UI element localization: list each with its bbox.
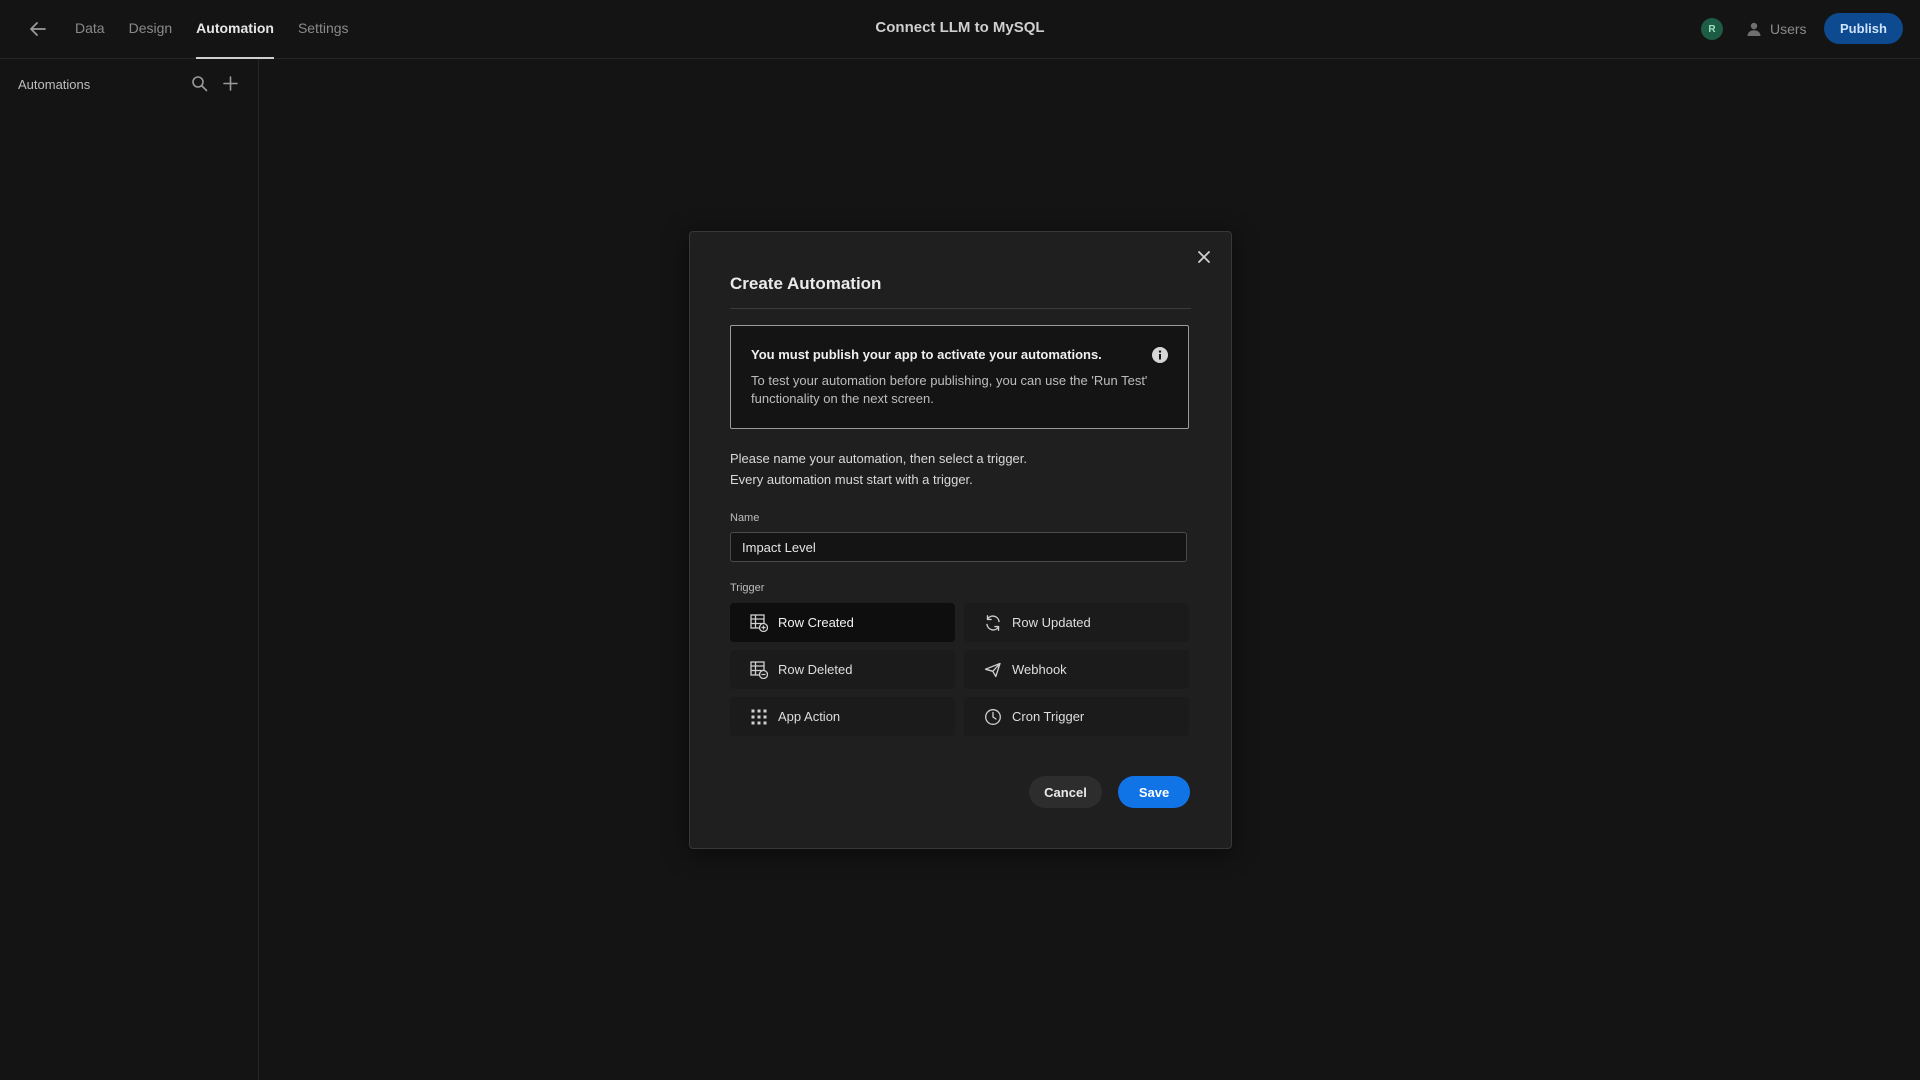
- notice-body: To test your automation before publishin…: [751, 373, 1148, 406]
- trigger-row-deleted[interactable]: Row Deleted: [730, 650, 955, 689]
- add-icon[interactable]: [222, 75, 239, 97]
- search-icon[interactable]: [191, 75, 208, 97]
- clock-icon: [985, 708, 1001, 725]
- back-arrow-icon[interactable]: [26, 17, 50, 41]
- trigger-label-row-updated: Row Updated: [1012, 615, 1091, 630]
- create-automation-modal: Create Automation You must publish your …: [689, 231, 1232, 849]
- tab-settings[interactable]: Settings: [298, 0, 349, 58]
- intro-text: Please name your automation, then select…: [730, 448, 1027, 490]
- save-button[interactable]: Save: [1118, 776, 1190, 808]
- user-icon: [1747, 22, 1761, 36]
- modal-title: Create Automation: [730, 274, 882, 293]
- modal-divider: [730, 308, 1191, 309]
- tab-design[interactable]: Design: [129, 0, 173, 58]
- publish-button[interactable]: Publish: [1824, 13, 1903, 44]
- intro-line-2: Every automation must start with a trigg…: [730, 472, 973, 487]
- sidebar: Automations: [0, 59, 259, 1080]
- notice-heading: You must publish your app to activate yo…: [751, 347, 1102, 362]
- top-bar: Data Design Automation Settings Connect …: [0, 0, 1920, 59]
- publish-notice: You must publish your app to activate yo…: [730, 325, 1189, 429]
- grid-dots-icon: [751, 709, 767, 724]
- trigger-label-webhook: Webhook: [1012, 662, 1067, 677]
- send-icon: [984, 662, 1001, 677]
- row-deleted-icon: [750, 660, 768, 679]
- users-label: Users: [1770, 21, 1807, 37]
- row-created-icon: [750, 613, 768, 632]
- avatar[interactable]: R: [1701, 18, 1723, 40]
- name-label: Name: [730, 512, 760, 524]
- cancel-button[interactable]: Cancel: [1029, 776, 1102, 808]
- trigger-label: Trigger: [730, 582, 765, 594]
- trigger-label-app-action: App Action: [778, 709, 841, 724]
- trigger-label-cron: Cron Trigger: [1012, 709, 1085, 724]
- tab-data[interactable]: Data: [75, 0, 105, 58]
- trigger-webhook[interactable]: Webhook: [964, 650, 1189, 689]
- trigger-row-updated[interactable]: Row Updated: [964, 603, 1189, 642]
- refresh-icon: [986, 614, 1000, 631]
- users-button[interactable]: Users: [1746, 17, 1807, 41]
- name-input[interactable]: [730, 532, 1187, 562]
- trigger-app-action[interactable]: App Action: [730, 697, 955, 736]
- close-icon[interactable]: [1194, 247, 1214, 267]
- trigger-cron[interactable]: Cron Trigger: [964, 697, 1189, 736]
- intro-line-1: Please name your automation, then select…: [730, 451, 1028, 466]
- trigger-label-row-created: Row Created: [778, 615, 854, 630]
- trigger-grid: Row Created Row Updated Row Deleted Webh…: [730, 603, 1189, 736]
- info-icon: [1152, 347, 1168, 363]
- trigger-label-row-deleted: Row Deleted: [778, 662, 853, 677]
- main-nav: Data Design Automation Settings: [75, 0, 373, 59]
- trigger-row-created[interactable]: Row Created: [730, 603, 955, 642]
- tab-automation[interactable]: Automation: [196, 0, 274, 59]
- sidebar-title: Automations: [18, 77, 91, 92]
